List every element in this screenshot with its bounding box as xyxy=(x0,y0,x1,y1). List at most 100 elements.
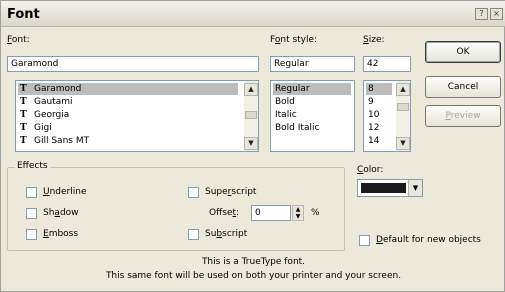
superscript-post: script xyxy=(231,187,257,197)
cancel-button[interactable]: Cancel xyxy=(425,76,501,98)
size-list-item[interactable]: 9 xyxy=(366,96,392,108)
size-list-item[interactable]: 10 xyxy=(366,109,392,121)
shadow-pre: Sh xyxy=(43,208,55,218)
size-list-item-label: 9 xyxy=(368,97,374,107)
font-style-label-post: nt style: xyxy=(280,35,318,45)
font-description-line1: This is a TrueType font. xyxy=(201,257,306,267)
scroll-down-icon[interactable]: ▼ xyxy=(396,137,410,150)
font-list[interactable]: T Garamond T Gautami T Georgia T Gigi T Gill Sans… xyxy=(15,80,259,152)
subscript-pre: Su xyxy=(205,229,217,239)
size-list-item-label: 14 xyxy=(368,136,380,146)
shadow-post: dow xyxy=(59,208,79,218)
title-bar: Font ? × xyxy=(1,1,505,27)
font-list-item[interactable]: T Gautami xyxy=(18,96,238,108)
offset-unit: % xyxy=(311,208,320,218)
scroll-down-icon[interactable]: ▼ xyxy=(244,137,258,150)
subscript-post: script xyxy=(222,229,248,239)
close-button[interactable]: × xyxy=(490,8,503,20)
color-swatch xyxy=(361,183,406,193)
subscript-label[interactable]: Subscript xyxy=(205,229,247,239)
preview-label-post: review xyxy=(450,111,481,121)
underline-label[interactable]: Underline xyxy=(43,187,87,197)
default-new-objects-checkbox[interactable] xyxy=(359,235,370,246)
offset-post: : xyxy=(236,208,240,218)
font-list-scrollbar[interactable]: ▲ ▼ xyxy=(244,81,258,151)
emboss-checkbox[interactable] xyxy=(26,229,37,240)
font-style-list-item-label: Bold xyxy=(275,97,295,107)
chevron-down-icon[interactable]: ▼ xyxy=(408,180,422,196)
font-list-item-label: Gill Sans MT xyxy=(34,136,90,146)
offset-pre: Offse xyxy=(209,208,233,218)
spin-down-icon[interactable]: ▼ xyxy=(293,213,303,220)
truetype-icon: T xyxy=(20,97,27,107)
dialog-title: Font xyxy=(7,7,40,22)
size-list-item[interactable]: 14 xyxy=(366,135,392,147)
offset-label: Offset: xyxy=(209,208,239,218)
underline-text: nderline xyxy=(49,187,87,197)
size-list-item-label: 10 xyxy=(368,110,380,120)
superscript-label[interactable]: Superscript xyxy=(205,187,256,197)
font-style-list-item[interactable]: Regular xyxy=(273,83,351,95)
truetype-icon: T xyxy=(20,123,27,133)
font-list-item-label: Gigi xyxy=(34,123,52,133)
truetype-icon: T xyxy=(20,136,27,146)
color-label: Color: xyxy=(357,165,383,175)
offset-spinner[interactable]: ▲ ▼ xyxy=(292,205,304,221)
offset-input[interactable]: 0 xyxy=(251,205,291,221)
size-list[interactable]: 8 9 10 12 14 ▲ ▼ xyxy=(363,80,411,152)
font-style-list-item-label: Bold Italic xyxy=(275,123,320,133)
subscript-checkbox[interactable] xyxy=(188,229,199,240)
shadow-checkbox[interactable] xyxy=(26,208,37,219)
spin-up-icon[interactable]: ▲ xyxy=(293,206,303,213)
default-new-mnemonic: D xyxy=(376,235,383,245)
font-style-input[interactable]: Regular xyxy=(270,56,355,72)
font-label: Font: xyxy=(7,35,30,45)
font-dialog: Font ? × Font: Garamond T Garamond T Gautam… xyxy=(0,0,505,292)
default-new-objects-label[interactable]: Default for new objects xyxy=(376,235,481,245)
font-list-item[interactable]: T Gigi xyxy=(18,122,238,134)
truetype-icon: T xyxy=(20,84,27,94)
font-style-list-item[interactable]: Bold xyxy=(273,96,351,108)
superscript-checkbox[interactable] xyxy=(188,187,199,198)
font-style-list-item-label: Italic xyxy=(275,110,297,120)
preview-button[interactable]: Preview xyxy=(425,105,501,127)
font-input[interactable]: Garamond xyxy=(7,56,259,72)
truetype-icon: T xyxy=(20,110,27,120)
superscript-pre: Supe xyxy=(205,187,228,197)
scroll-up-icon[interactable]: ▲ xyxy=(244,83,258,96)
font-list-item[interactable]: T Gill Sans MT xyxy=(18,135,238,147)
font-list-item-label: Georgia xyxy=(34,110,70,120)
size-list-scrollbar[interactable]: ▲ ▼ xyxy=(396,81,410,151)
size-input[interactable]: 42 xyxy=(363,56,411,72)
ok-button[interactable]: OK xyxy=(425,41,501,63)
size-list-item-label: 8 xyxy=(368,84,374,94)
font-list-item-label: Garamond xyxy=(34,84,82,94)
font-label-text: ont: xyxy=(11,35,30,45)
scroll-up-icon[interactable]: ▲ xyxy=(396,83,410,96)
help-button[interactable]: ? xyxy=(475,8,488,20)
size-label: Size: xyxy=(363,35,385,45)
font-style-list-item[interactable]: Italic xyxy=(273,109,351,121)
font-list-item[interactable]: T Georgia xyxy=(18,109,238,121)
underline-mnemonic: U xyxy=(43,187,50,197)
font-style-list[interactable]: Regular Bold Italic Bold Italic xyxy=(270,80,355,152)
emboss-label[interactable]: Emboss xyxy=(43,229,78,239)
font-style-label: Font style: xyxy=(270,35,317,45)
font-description-line2: This same font will be used on both your… xyxy=(105,271,402,281)
font-list-item[interactable]: T Garamond xyxy=(18,83,238,95)
font-style-list-item-label: Regular xyxy=(275,84,310,94)
size-list-item-label: 12 xyxy=(368,123,380,133)
scroll-thumb[interactable] xyxy=(397,103,409,111)
color-picker[interactable]: ▼ xyxy=(357,179,423,197)
emboss-text: mboss xyxy=(48,229,79,239)
scroll-thumb[interactable] xyxy=(245,111,257,119)
size-list-item[interactable]: 8 xyxy=(366,83,392,95)
shadow-label[interactable]: Shadow xyxy=(43,208,79,218)
size-label-post: ize: xyxy=(368,35,385,45)
underline-checkbox[interactable] xyxy=(26,187,37,198)
font-list-item-label: Gautami xyxy=(34,97,73,107)
size-list-item[interactable]: 12 xyxy=(366,122,392,134)
default-new-text: efault for new objects xyxy=(382,235,481,245)
color-label-post: olor: xyxy=(363,165,384,175)
font-style-list-item[interactable]: Bold Italic xyxy=(273,122,351,134)
